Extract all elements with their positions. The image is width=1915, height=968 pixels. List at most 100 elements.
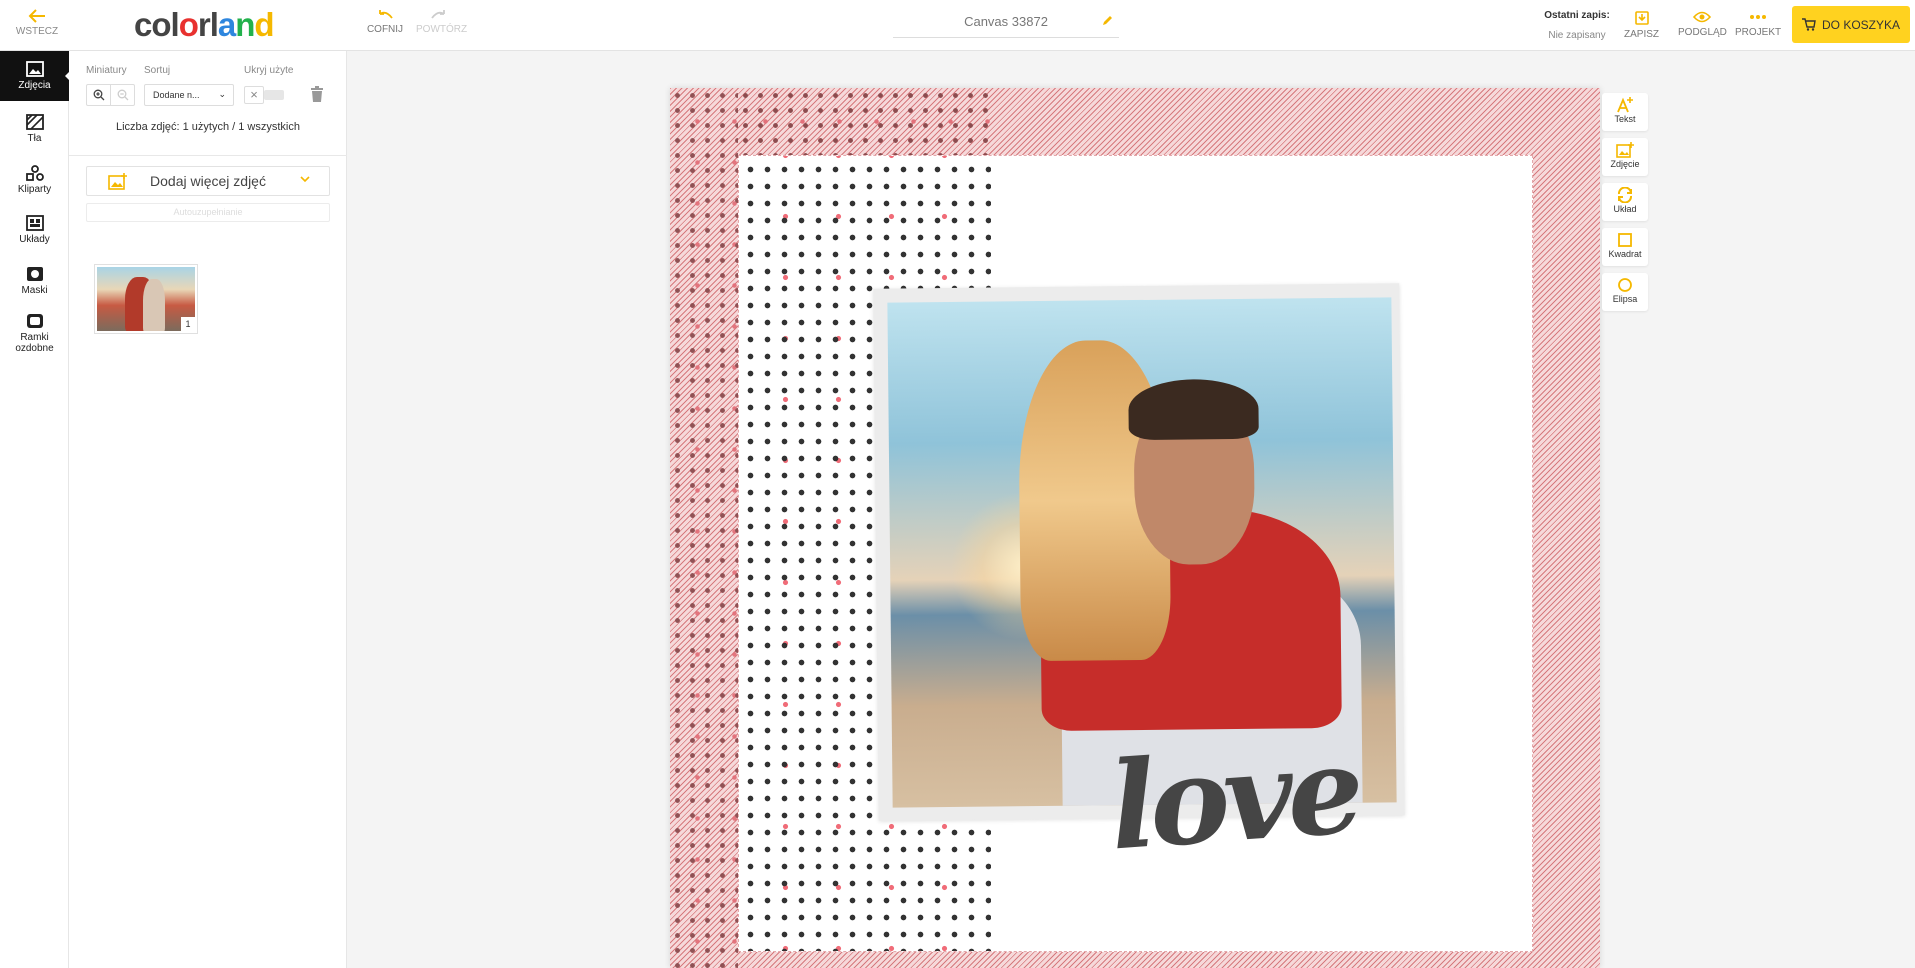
more-dots-icon xyxy=(1750,15,1767,19)
project-label: PROJEKT xyxy=(1735,27,1782,38)
logo-part: n xyxy=(235,6,255,43)
last-save-title: Ostatni zapis: xyxy=(1544,10,1610,21)
photo-count: Liczba zdjęć: 1 użytych / 1 wszystkich xyxy=(115,121,300,133)
sort-value: Dodane n... xyxy=(153,90,200,100)
redo-label: POWTÓRZ xyxy=(416,24,468,35)
toggle-track xyxy=(264,90,284,100)
eye-icon xyxy=(1693,11,1712,23)
shapes-icon xyxy=(25,165,44,181)
insert-tools: Tekst Zdjęcie Układ Kwadrat Elipsa xyxy=(1602,93,1648,318)
sidebar-item-label: Ramki xyxy=(20,332,49,343)
zoom-out-icon xyxy=(117,89,128,101)
undo-button[interactable]: COFNIJ xyxy=(362,10,408,35)
logo: colorland xyxy=(134,6,275,44)
layout-refresh-icon xyxy=(1618,187,1632,203)
image-add-icon xyxy=(108,173,127,190)
dots-pattern xyxy=(738,88,990,156)
sidebar-item-label: Kliparty xyxy=(17,184,52,195)
image-icon xyxy=(25,61,44,77)
sidebar-item-label: Układy xyxy=(19,234,50,245)
tool-label: Elipsa xyxy=(1612,294,1638,304)
sort-label: Sortuj xyxy=(144,65,171,76)
add-text-button[interactable]: Tekst xyxy=(1602,93,1648,131)
save-label: ZAPISZ xyxy=(1624,29,1660,40)
photos-panel: Miniatury Sortuj Ukryj użyte Dodane n...… xyxy=(69,51,347,968)
logo-part: l xyxy=(209,6,219,43)
logo-part: r xyxy=(197,6,211,43)
add-square-button[interactable]: Kwadrat xyxy=(1602,228,1648,266)
back-label: WSTECZ xyxy=(15,26,59,37)
tool-label: Kwadrat xyxy=(1608,249,1642,259)
divider xyxy=(69,155,347,156)
photo-thumbnail[interactable]: 1 xyxy=(94,264,198,334)
tool-label: Zdjęcie xyxy=(1610,159,1640,169)
thumbnail-zoom-controls xyxy=(86,84,135,106)
preview-label: PODGLĄD xyxy=(1678,27,1727,38)
back-button[interactable]: WSTECZ xyxy=(14,9,60,37)
add-to-cart-button[interactable]: DO KOSZYKA xyxy=(1792,6,1910,43)
undo-label: COFNIJ xyxy=(366,24,404,35)
mask-icon xyxy=(26,267,43,281)
sidebar-item-label: ozdobne xyxy=(15,343,54,354)
sort-select[interactable]: Dodane n... ⌄ xyxy=(144,84,234,106)
logo-part: o xyxy=(178,6,199,43)
autofill-button[interactable]: Autouzupełnianie xyxy=(86,203,330,222)
redo-icon xyxy=(431,10,445,19)
save-icon xyxy=(1634,11,1649,25)
tool-label: Układ xyxy=(1613,204,1637,214)
project-button[interactable]: PROJEKT xyxy=(1735,10,1781,38)
add-ellipse-button[interactable]: Elipsa xyxy=(1602,273,1648,311)
sidebar-item-label: Zdjęcia xyxy=(18,80,51,91)
layout-icon xyxy=(25,215,44,231)
canvas-name: Canvas 33872 xyxy=(964,14,1048,29)
thumbnails-label: Miniatury xyxy=(86,65,127,76)
sidebar-item-photos[interactable]: Zdjęcia xyxy=(0,51,70,101)
pencil-icon[interactable] xyxy=(1101,15,1113,27)
image-add-icon xyxy=(1616,142,1634,158)
chevron-down-icon xyxy=(300,176,310,183)
logo-part: a xyxy=(217,6,236,43)
last-save-status: Ostatni zapis: Nie zapisany xyxy=(1540,10,1614,41)
delete-button[interactable] xyxy=(310,86,324,107)
trash-icon xyxy=(311,86,323,102)
logo-part: l xyxy=(170,6,180,43)
design-canvas[interactable]: love xyxy=(670,88,1600,968)
sidebar-item-label: Tła xyxy=(27,133,42,144)
sidebar-item-label: Maski xyxy=(21,285,48,296)
arrow-left-icon xyxy=(28,9,45,23)
zoom-in-button[interactable] xyxy=(87,85,110,105)
sidebar-item-masks[interactable]: Maski xyxy=(0,266,69,296)
top-bar: WSTECZ colorland COFNIJ POWTÓRZ Canvas 3… xyxy=(0,0,1915,51)
sidebar-item-layouts[interactable]: Układy xyxy=(0,215,69,245)
dots-pattern xyxy=(670,88,738,968)
cart-icon xyxy=(1801,18,1816,31)
hide-used-toggle[interactable]: × xyxy=(244,86,288,104)
hide-used-label: Ukryj użyte xyxy=(244,65,294,76)
sidebar-item-backgrounds[interactable]: Tła xyxy=(0,114,69,144)
last-save-value: Nie zapisany xyxy=(1548,30,1606,41)
tool-label: Tekst xyxy=(1614,114,1636,124)
love-clipart[interactable]: love xyxy=(1105,720,1362,878)
sidebar-item-frames[interactable]: Ramki ozdobne xyxy=(0,313,69,354)
add-photo-button[interactable]: Zdjęcie xyxy=(1602,138,1648,176)
cart-label: DO KOSZYKA xyxy=(1821,17,1901,32)
chevron-down-icon: ⌄ xyxy=(218,89,226,99)
save-button[interactable]: ZAPISZ xyxy=(1624,10,1659,40)
sidebar-item-cliparts[interactable]: Kliparty xyxy=(0,165,69,195)
zoom-in-icon xyxy=(93,89,104,101)
logo-part: co xyxy=(134,6,172,43)
tool-sidebar: Zdjęcia Tła Kliparty Układy Maski Ramki … xyxy=(0,51,70,968)
logo-part: d xyxy=(254,6,274,43)
photo-figure xyxy=(1128,378,1259,441)
add-photos-button[interactable]: Dodaj więcej zdjęć xyxy=(86,166,330,196)
zoom-out-button[interactable] xyxy=(110,85,134,105)
redo-button[interactable]: POWTÓRZ xyxy=(416,10,467,35)
square-icon xyxy=(1618,233,1632,247)
preview-button[interactable]: PODGLĄD xyxy=(1678,10,1727,38)
change-layout-button[interactable]: Układ xyxy=(1602,183,1648,221)
close-icon: × xyxy=(244,86,264,104)
background-icon xyxy=(25,114,44,130)
canvas-name-field[interactable]: Canvas 33872 xyxy=(893,12,1119,38)
undo-icon xyxy=(379,10,393,19)
usage-count-badge: 1 xyxy=(181,317,195,331)
